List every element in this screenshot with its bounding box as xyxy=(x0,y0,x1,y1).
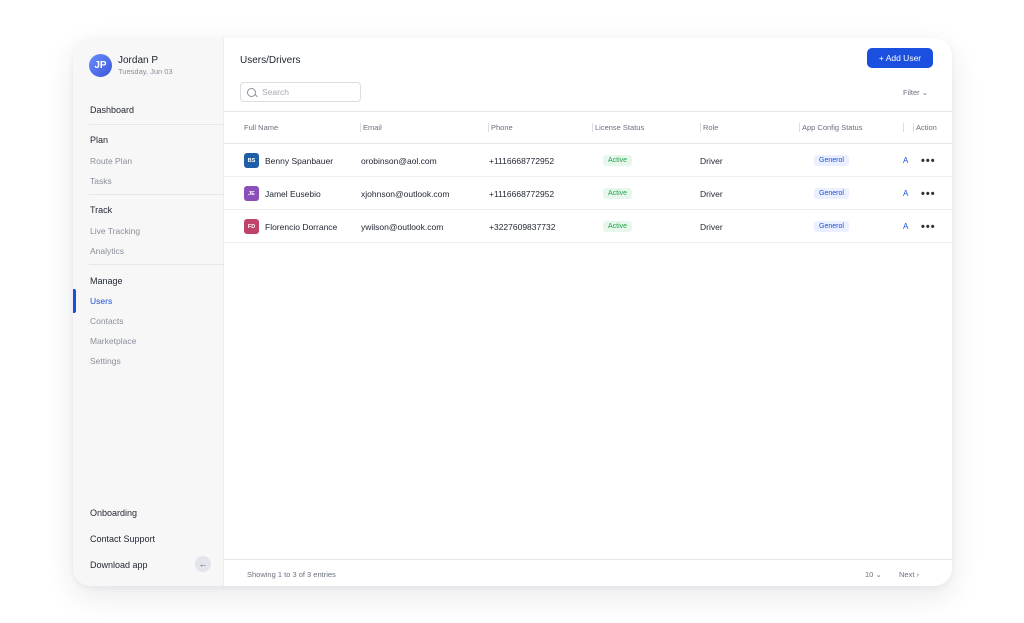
row-full-name: Jamel Eusebio xyxy=(265,188,321,199)
page-title: Users/Drivers xyxy=(240,55,301,66)
more-horizontal-icon: ••• xyxy=(921,187,936,200)
column-header-phone[interactable]: Phone xyxy=(491,123,513,132)
column-header-action[interactable]: Action xyxy=(916,123,937,132)
sidebar-item-settings[interactable]: Settings xyxy=(90,356,121,366)
column-separator xyxy=(913,123,914,132)
sidebar-item-contact-support[interactable]: Contact Support xyxy=(90,534,155,544)
row-avatar: JE xyxy=(244,186,259,201)
sidebar-item-download-app[interactable]: Download app xyxy=(90,560,148,570)
user-profile[interactable]: JP Jordan P Tuesday, Jun 03 xyxy=(89,54,173,77)
sidebar-item-analytics[interactable]: Analytics xyxy=(90,246,124,256)
more-horizontal-icon: ••• xyxy=(921,220,936,233)
chevron-right-icon: › xyxy=(916,570,920,579)
row-email: ywilson@outlook.com xyxy=(361,221,444,232)
column-header-full-name[interactable]: Full Name xyxy=(244,123,278,132)
app-window: JP Jordan P Tuesday, Jun 03 Dashboard Pl… xyxy=(73,38,952,586)
sidebar-item-tasks[interactable]: Tasks xyxy=(90,176,112,186)
app-config-status-badge: Generol xyxy=(814,221,849,232)
chevron-down-icon: ⌄ xyxy=(921,88,929,97)
next-page-button[interactable]: Next › xyxy=(899,570,919,579)
row-phone: +1116668772952 xyxy=(489,155,555,166)
app-config-status-badge: Generol xyxy=(814,188,849,199)
column-header-email[interactable]: Email xyxy=(363,123,382,132)
column-separator xyxy=(799,123,800,132)
sidebar-group-track: Track xyxy=(90,205,113,215)
sidebar: JP Jordan P Tuesday, Jun 03 Dashboard Pl… xyxy=(73,38,224,586)
next-label: Next xyxy=(899,570,915,579)
column-separator xyxy=(592,123,593,132)
column-header-role[interactable]: Role xyxy=(703,123,718,132)
divider xyxy=(224,559,952,560)
column-separator xyxy=(360,123,361,132)
avatar: JP xyxy=(89,54,112,77)
column-header-app-config-status[interactable]: App Config Status xyxy=(802,123,862,132)
row-phone: +1116668772952 xyxy=(489,188,555,199)
row-full-name: Benny Spanbauer xyxy=(265,155,334,166)
column-header-license-status[interactable]: License Status xyxy=(595,123,644,132)
row-action-menu-button[interactable]: ••• xyxy=(921,210,936,243)
sidebar-group-manage: Manage xyxy=(90,276,123,286)
more-horizontal-icon: ••• xyxy=(921,154,936,167)
arrow-left-icon: ← xyxy=(198,559,208,569)
row-truncated-link[interactable]: A xyxy=(903,210,908,243)
row-truncated-link[interactable]: A xyxy=(903,144,908,177)
filter-label: Filter xyxy=(903,88,920,97)
sidebar-item-contacts[interactable]: Contacts xyxy=(90,316,124,326)
main-content: Users/Drivers + Add User Filter ⌄ Full N… xyxy=(224,38,952,586)
row-role: Driver xyxy=(700,155,723,166)
row-truncated-link[interactable]: A xyxy=(903,177,908,210)
row-action-menu-button[interactable]: ••• xyxy=(921,177,936,210)
add-user-button[interactable]: + Add User xyxy=(867,48,933,68)
row-email: xjohnson@outlook.com xyxy=(361,188,450,199)
sidebar-item-marketplace[interactable]: Marketplace xyxy=(90,336,136,346)
sidebar-item-dashboard[interactable]: Dashboard xyxy=(90,105,134,115)
table-row[interactable]: FD Florencio Dorrance ywilson@outlook.co… xyxy=(224,210,952,243)
license-status-badge: Active xyxy=(603,155,633,166)
row-role: Driver xyxy=(700,221,723,232)
table-row[interactable]: BS Benny Spanbauer orobinson@aol.com +11… xyxy=(224,144,952,177)
entries-summary: Showing 1 to 3 of 3 entries xyxy=(247,570,336,579)
filter-dropdown[interactable]: Filter ⌄ xyxy=(903,88,928,97)
table-row[interactable]: JE Jamel Eusebio xjohnson@outlook.com +1… xyxy=(224,177,952,210)
search-input[interactable] xyxy=(262,87,352,97)
app-config-status-badge: Generol xyxy=(814,155,849,166)
search-icon xyxy=(247,87,256,97)
search-box[interactable] xyxy=(240,82,361,102)
sidebar-item-onboarding[interactable]: Onboarding xyxy=(90,508,137,518)
collapse-sidebar-button[interactable]: ← xyxy=(195,556,211,572)
profile-name: Jordan P xyxy=(118,54,159,66)
divider xyxy=(89,264,224,265)
license-status-badge: Active xyxy=(603,188,633,199)
profile-date: Tuesday, Jun 03 xyxy=(118,66,173,76)
column-separator xyxy=(700,123,701,132)
row-email: orobinson@aol.com xyxy=(361,155,437,166)
divider xyxy=(224,111,952,112)
page-size-value: 10 xyxy=(865,570,874,579)
row-role: Driver xyxy=(700,188,723,199)
divider xyxy=(89,194,224,195)
divider xyxy=(89,124,224,125)
row-avatar: BS xyxy=(244,153,259,168)
sidebar-item-users[interactable]: Users xyxy=(90,296,112,306)
page-size-select[interactable]: 10 ⌄ xyxy=(865,570,882,579)
row-full-name: Florencio Dorrance xyxy=(265,221,338,232)
row-phone: +3227609837732 xyxy=(489,221,556,232)
column-separator xyxy=(488,123,489,132)
row-avatar: FD xyxy=(244,219,259,234)
sidebar-item-route-plan[interactable]: Route Plan xyxy=(90,156,132,166)
row-action-menu-button[interactable]: ••• xyxy=(921,144,936,177)
column-separator xyxy=(903,123,904,132)
sidebar-group-plan: Plan xyxy=(90,135,109,145)
license-status-badge: Active xyxy=(603,221,633,232)
sidebar-item-live-tracking[interactable]: Live Tracking xyxy=(90,226,140,236)
active-indicator xyxy=(73,289,76,313)
chevron-down-icon: ⌄ xyxy=(875,570,882,579)
